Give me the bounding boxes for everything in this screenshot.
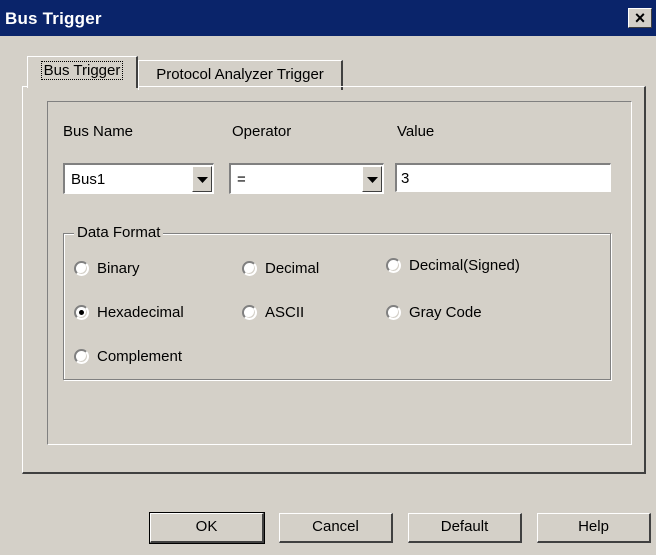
- tab-bus-trigger-label: Bus Trigger: [40, 61, 124, 80]
- operator-select[interactable]: =: [229, 163, 384, 194]
- data-format-legend: Data Format: [74, 224, 164, 241]
- bus-name-select[interactable]: Bus1: [63, 163, 214, 194]
- cancel-button[interactable]: Cancel: [279, 513, 393, 543]
- help-button[interactable]: Help: [537, 513, 651, 543]
- radio-selected-dot: [79, 310, 84, 315]
- tab-bus-trigger[interactable]: Bus Trigger: [27, 56, 138, 88]
- tab-protocol-analyzer-trigger-label: Protocol Analyzer Trigger: [156, 66, 324, 83]
- radio-circle: [242, 261, 257, 276]
- operator-label: Operator: [232, 123, 292, 140]
- radio-complement-label: Complement: [97, 348, 183, 365]
- radio-ascii[interactable]: ASCII: [242, 303, 372, 323]
- close-icon: ×: [634, 8, 646, 28]
- radio-ascii-label: ASCII: [265, 304, 305, 321]
- bus-name-label: Bus Name: [63, 123, 134, 140]
- radio-circle: [74, 305, 89, 320]
- value-input-text: 3: [401, 170, 410, 187]
- window-title: Bus Trigger: [5, 9, 102, 28]
- radio-hexadecimal[interactable]: Hexadecimal: [74, 303, 204, 323]
- chevron-down-icon: [367, 177, 378, 183]
- radio-gray-code-label: Gray Code: [409, 304, 482, 321]
- ok-button[interactable]: OK: [149, 512, 265, 544]
- radio-circle: [386, 258, 401, 273]
- radio-binary[interactable]: Binary: [74, 259, 204, 279]
- bus-name-value: Bus1: [71, 171, 106, 188]
- default-button[interactable]: Default: [408, 513, 522, 543]
- radio-complement[interactable]: Complement: [74, 347, 204, 367]
- operator-value: =: [237, 171, 246, 188]
- radio-decimal[interactable]: Decimal: [242, 259, 372, 279]
- radio-gray-code[interactable]: Gray Code: [386, 303, 516, 323]
- radio-circle: [74, 349, 89, 364]
- radio-decimal-label: Decimal: [265, 260, 320, 277]
- value-input[interactable]: 3: [395, 163, 611, 192]
- bus-name-dropdown-button[interactable]: [192, 166, 212, 192]
- chevron-down-icon: [197, 177, 208, 183]
- value-label: Value: [397, 123, 435, 140]
- operator-dropdown-button[interactable]: [362, 166, 382, 192]
- title-bar: Bus Trigger ×: [0, 0, 656, 36]
- close-button[interactable]: ×: [628, 8, 652, 28]
- radio-decimal-signed-label: Decimal(Signed): [409, 257, 520, 274]
- radio-decimal-signed[interactable]: Decimal(Signed): [386, 256, 536, 276]
- radio-hexadecimal-label: Hexadecimal: [97, 304, 184, 321]
- radio-binary-label: Binary: [97, 260, 140, 277]
- radio-circle: [242, 305, 257, 320]
- radio-circle: [74, 261, 89, 276]
- radio-circle: [386, 305, 401, 320]
